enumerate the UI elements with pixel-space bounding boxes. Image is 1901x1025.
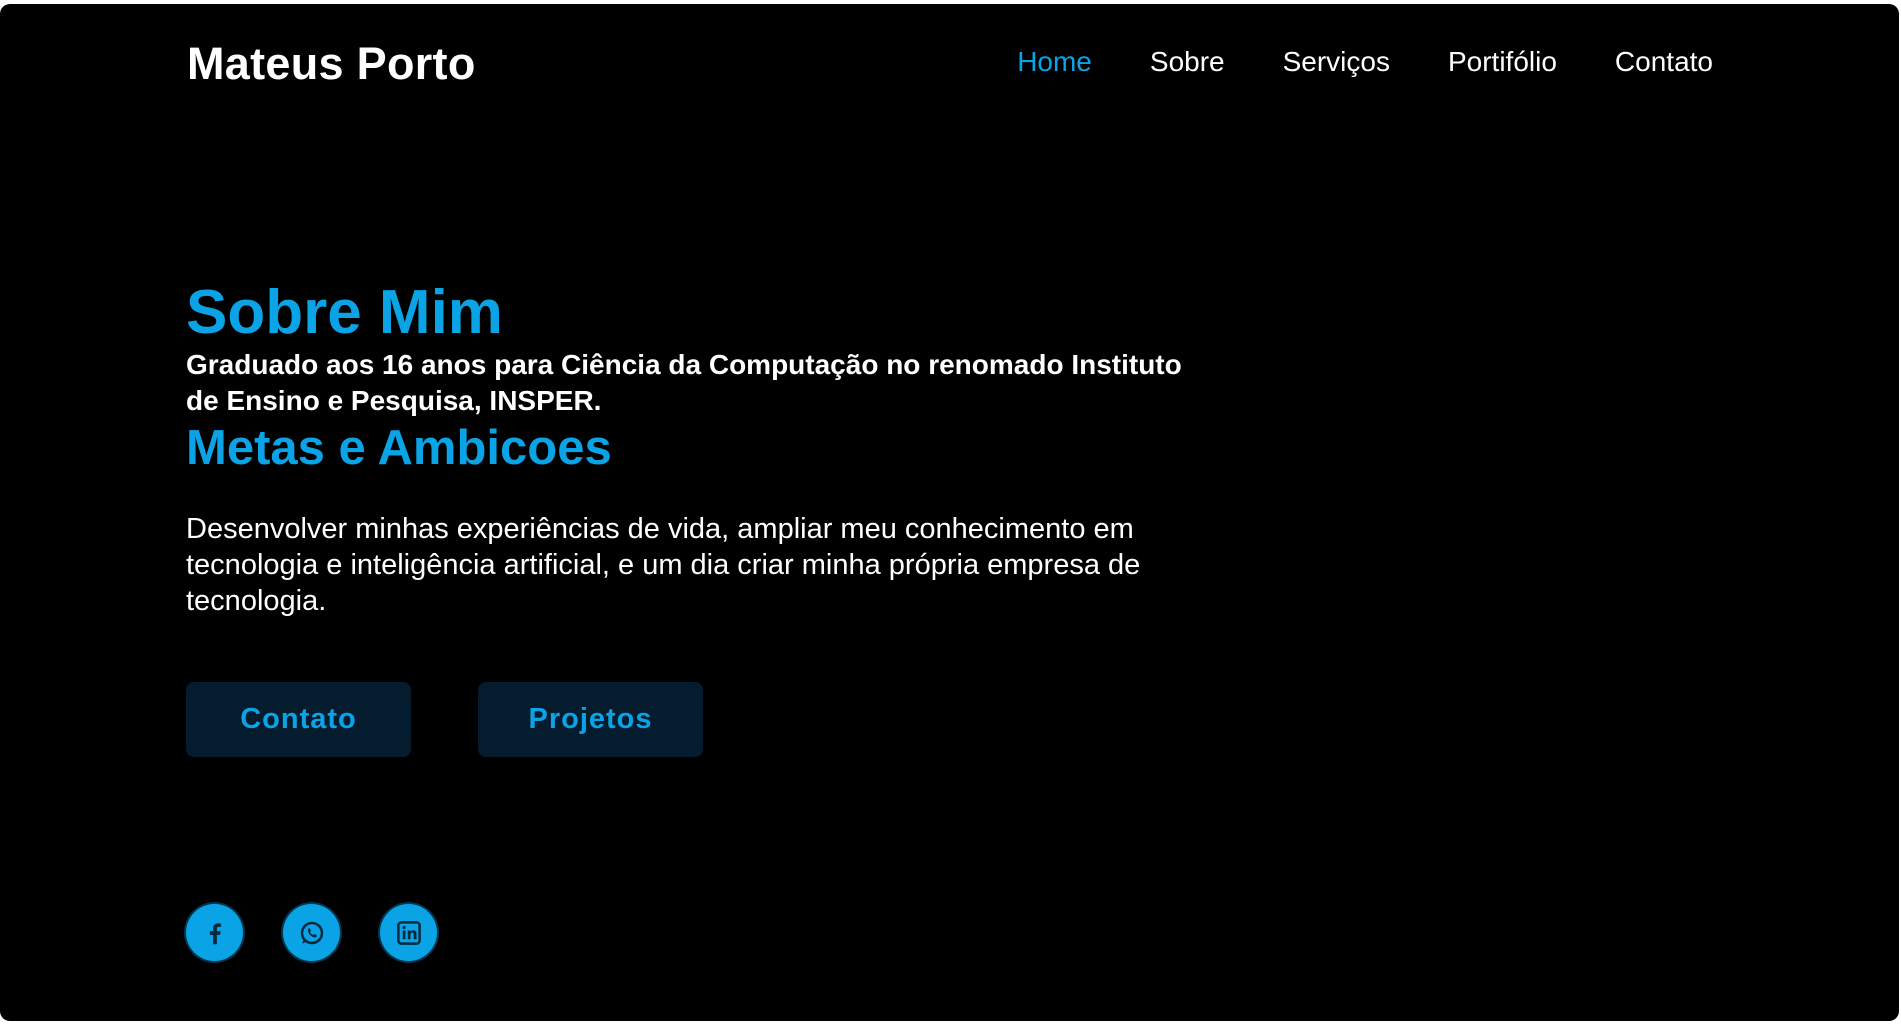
nav-contato[interactable]: Contato <box>1615 46 1713 78</box>
linkedin-icon[interactable] <box>380 904 437 961</box>
about-title: Sobre Mim <box>186 278 503 347</box>
nav-home[interactable]: Home <box>1017 46 1092 78</box>
whatsapp-icon[interactable] <box>283 904 340 961</box>
projects-button[interactable]: Projetos <box>478 682 703 757</box>
facebook-glyph <box>209 922 221 944</box>
about-lead: Graduado aos 16 anos para Ciência da Com… <box>186 349 1182 416</box>
goals-title: Metas e Ambicoes <box>186 421 612 475</box>
whatsapp-glyph <box>300 921 323 944</box>
page: Mateus Porto Home Sobre Serviços Portifó… <box>0 4 1899 1021</box>
goals-paragraph: Desenvolver minhas experiências de vida,… <box>186 513 1141 617</box>
brand-logo-text[interactable]: Mateus Porto <box>187 38 476 90</box>
nav-portifolio[interactable]: Portifólio <box>1448 46 1557 78</box>
about-section: Sobre Mim Graduado aos 16 anos para Ciên… <box>186 279 1196 757</box>
linkedin-glyph <box>396 920 421 945</box>
facebook-icon[interactable] <box>186 904 243 961</box>
contact-button[interactable]: Contato <box>186 682 411 757</box>
cta-buttons: Contato Projetos <box>186 682 1196 757</box>
nav-servicos[interactable]: Serviços <box>1283 46 1390 78</box>
main-nav: Home Sobre Serviços Portifólio Contato <box>1017 46 1713 78</box>
social-links <box>186 904 437 961</box>
nav-sobre[interactable]: Sobre <box>1150 46 1225 78</box>
